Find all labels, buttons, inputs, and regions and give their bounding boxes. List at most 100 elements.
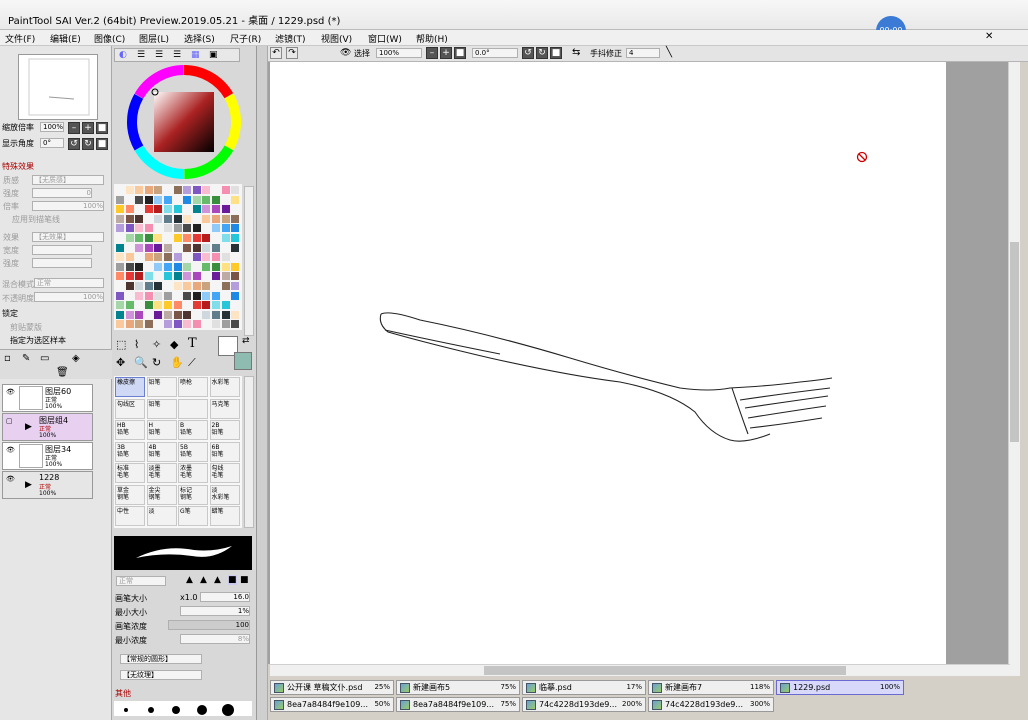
color-swatch[interactable] xyxy=(212,253,220,262)
color-swatch[interactable] xyxy=(183,282,192,290)
width-field[interactable] xyxy=(32,245,92,255)
color-swatch[interactable] xyxy=(125,224,134,233)
color-swatch[interactable] xyxy=(135,310,144,319)
color-swatch[interactable] xyxy=(183,291,192,300)
color-swatch[interactable] xyxy=(183,243,192,252)
color-swatch[interactable] xyxy=(212,301,220,310)
close-doc-icon[interactable]: ✕ xyxy=(985,31,993,42)
color-swatch[interactable] xyxy=(116,262,124,271)
color-swatch[interactable] xyxy=(116,291,124,300)
color-swatch[interactable] xyxy=(154,195,163,204)
horizontal-scrollbar[interactable] xyxy=(270,664,1010,676)
color-swatch[interactable] xyxy=(164,195,172,204)
rotate-right-button[interactable]: ↻ xyxy=(82,138,94,150)
shape-soft-icon[interactable]: ▲ xyxy=(214,575,221,585)
menu-help[interactable]: 帮助(H) xyxy=(416,32,448,45)
color-swatch[interactable] xyxy=(116,320,124,329)
color-swatch[interactable] xyxy=(154,291,163,300)
color-swatch[interactable] xyxy=(202,253,211,262)
file-tab[interactable]: 新建画布5 75% xyxy=(396,680,520,695)
menu-select[interactable]: 选择(S) xyxy=(184,32,215,45)
color-swatch[interactable] xyxy=(144,224,153,233)
color-swatch[interactable] xyxy=(135,234,144,242)
brush-tool-2-3[interactable]: 2B 铅笔 xyxy=(209,420,240,440)
canvas-angle-select[interactable]: 0.0° xyxy=(472,48,518,58)
color-swatch[interactable] xyxy=(135,291,144,300)
color-swatch[interactable] xyxy=(212,214,220,223)
color-swatch[interactable] xyxy=(231,282,240,290)
color-swatch[interactable] xyxy=(231,243,240,252)
color-swatch[interactable] xyxy=(173,253,182,262)
color-swatch[interactable] xyxy=(192,282,201,290)
color-swatch[interactable] xyxy=(125,282,134,290)
fill-icon[interactable]: ◆ xyxy=(170,338,178,351)
color-swatch[interactable] xyxy=(144,243,153,252)
color-swatch[interactable] xyxy=(202,291,211,300)
color-swatch[interactable] xyxy=(154,205,163,214)
color-swatch[interactable] xyxy=(154,253,163,262)
canvas-rotate-left[interactable]: ↺ xyxy=(522,47,534,59)
file-tab[interactable]: 74c4228d193de9... 200% xyxy=(522,697,646,712)
menu-layer[interactable]: 图层(L) xyxy=(139,32,169,45)
color-swatch[interactable] xyxy=(202,262,211,271)
panel-splitter[interactable] xyxy=(257,46,268,720)
rotate-left-button[interactable]: ↺ xyxy=(68,138,80,150)
scale-field[interactable]: 100% xyxy=(32,201,104,211)
canvas-zoom-in[interactable]: + xyxy=(440,47,452,59)
text-icon[interactable]: T xyxy=(188,336,197,351)
color-swatch[interactable] xyxy=(144,291,153,300)
color-swatch[interactable] xyxy=(221,224,230,233)
brush-tool-0-2[interactable]: 喷枪 xyxy=(178,377,208,397)
color-swatch[interactable] xyxy=(116,253,124,262)
color-swatch[interactable] xyxy=(154,234,163,242)
mixer-tab[interactable]: ☰ xyxy=(173,50,181,60)
color-swatch[interactable] xyxy=(164,291,172,300)
brush-tool-6-3[interactable]: 蜡笔 xyxy=(209,506,240,526)
brush-tool-4-2[interactable]: 浓墨 毛笔 xyxy=(178,463,208,483)
color-wheel-tab[interactable]: ◐ xyxy=(119,50,127,60)
background-color[interactable] xyxy=(234,352,252,370)
color-swatch[interactable] xyxy=(212,310,220,319)
color-swatch[interactable] xyxy=(231,262,240,271)
color-swatch[interactable] xyxy=(116,310,124,319)
color-swatch[interactable] xyxy=(125,205,134,214)
layer-item[interactable]: 👁 图层34 正常 100% xyxy=(2,442,93,470)
menu-filter[interactable]: 滤镜(T) xyxy=(275,32,306,45)
shape-flat-icon[interactable]: ▲ xyxy=(186,575,193,585)
file-tab[interactable]: 临摹.psd 17% xyxy=(522,680,646,695)
new-layer-icon[interactable]: ▫ xyxy=(4,353,11,364)
color-swatch[interactable] xyxy=(125,253,134,262)
brush-size-multiplier[interactable]: x1.0 xyxy=(180,593,197,602)
eye-icon[interactable]: 👁 xyxy=(6,475,15,483)
color-swatch[interactable] xyxy=(221,253,230,262)
color-swatch[interactable] xyxy=(164,310,172,319)
color-swatch[interactable] xyxy=(221,301,230,310)
color-swatch[interactable] xyxy=(221,214,230,223)
color-swatch[interactable] xyxy=(212,195,220,204)
color-swatch[interactable] xyxy=(221,205,230,214)
color-swatch[interactable] xyxy=(135,320,144,329)
color-swatch[interactable] xyxy=(212,272,220,281)
color-swatch[interactable] xyxy=(116,224,124,233)
swap-colors-icon[interactable]: ⇄ xyxy=(242,336,250,346)
min-size-field[interactable]: 1% xyxy=(180,606,250,616)
color-swatch[interactable] xyxy=(221,310,230,319)
color-swatch[interactable] xyxy=(154,186,163,194)
color-swatch[interactable] xyxy=(173,272,182,281)
angle-field[interactable]: 0° xyxy=(40,138,64,148)
file-tab[interactable]: 新建画布7 118% xyxy=(648,680,774,695)
color-swatch[interactable] xyxy=(231,320,240,329)
color-swatch[interactable] xyxy=(192,243,201,252)
brush-tool-3-2[interactable]: 5B 铅笔 xyxy=(178,441,208,462)
brush-tool-2-1[interactable]: H 铅笔 xyxy=(146,420,177,440)
color-swatch[interactable] xyxy=(135,214,144,223)
color-swatch[interactable] xyxy=(183,186,192,194)
color-swatch[interactable] xyxy=(125,301,134,310)
brush-tool-6-0[interactable]: 中性 xyxy=(115,506,145,526)
brush-tool-4-3[interactable]: 勾线 毛笔 xyxy=(209,463,240,483)
eye-icon[interactable]: 👁 xyxy=(6,388,15,396)
brush-tool-5-0[interactable]: 草金 钢笔 xyxy=(115,484,145,505)
color-swatch[interactable] xyxy=(173,320,182,329)
min-density-field[interactable]: 8% xyxy=(180,634,250,644)
color-swatch[interactable] xyxy=(154,243,163,252)
